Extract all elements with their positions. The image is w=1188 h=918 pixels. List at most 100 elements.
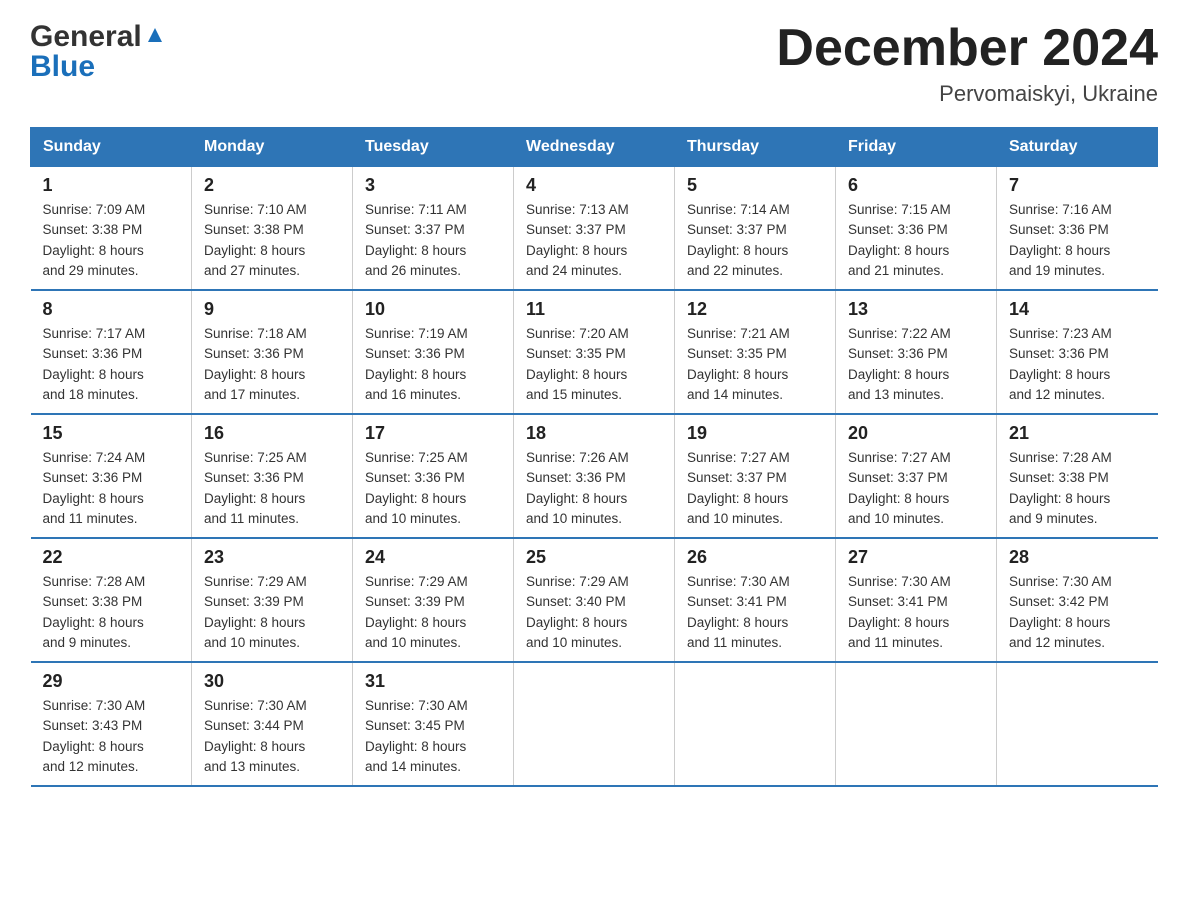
day-info: Sunrise: 7:29 AMSunset: 3:39 PMDaylight:…: [365, 572, 501, 653]
day-info: Sunrise: 7:30 AMSunset: 3:43 PMDaylight:…: [43, 696, 180, 777]
calendar-week-1: 1 Sunrise: 7:09 AMSunset: 3:38 PMDaylight…: [31, 167, 1158, 291]
calendar-cell: [514, 662, 675, 786]
calendar-cell: 31 Sunrise: 7:30 AMSunset: 3:45 PMDayligh…: [353, 662, 514, 786]
day-info: Sunrise: 7:24 AMSunset: 3:36 PMDaylight:…: [43, 448, 180, 529]
day-number: 31: [365, 671, 501, 692]
day-number: 17: [365, 423, 501, 444]
day-number: 16: [204, 423, 340, 444]
calendar-table: Sunday Monday Tuesday Wednesday Thursday…: [30, 127, 1158, 787]
calendar-cell: 2Sunrise: 7:10 AMSunset: 3:38 PMDaylight…: [192, 167, 353, 291]
day-number: 18: [526, 423, 662, 444]
calendar-cell: [675, 662, 836, 786]
calendar-cell: 10Sunrise: 7:19 AMSunset: 3:36 PMDayligh…: [353, 290, 514, 414]
day-info: Sunrise: 7:25 AMSunset: 3:36 PMDaylight:…: [204, 448, 340, 529]
calendar-cell: 14 Sunrise: 7:23 AMSunset: 3:36 PMDayligh…: [997, 290, 1158, 414]
day-info: Sunrise: 7:28 AMSunset: 3:38 PMDaylight:…: [1009, 448, 1146, 529]
day-number: 5: [687, 175, 823, 196]
day-info: Sunrise: 7:30 AMSunset: 3:45 PMDaylight:…: [365, 696, 501, 777]
header-row: Sunday Monday Tuesday Wednesday Thursday…: [31, 128, 1158, 167]
calendar-week-3: 15 Sunrise: 7:24 AMSunset: 3:36 PMDayligh…: [31, 414, 1158, 538]
day-info: Sunrise: 7:25 AMSunset: 3:36 PMDaylight:…: [365, 448, 501, 529]
calendar-cell: 15 Sunrise: 7:24 AMSunset: 3:36 PMDayligh…: [31, 414, 192, 538]
day-number: 24: [365, 547, 501, 568]
calendar-cell: 1 Sunrise: 7:09 AMSunset: 3:38 PMDaylight…: [31, 167, 192, 291]
day-info: Sunrise: 7:16 AMSunset: 3:36 PMDaylight:…: [1009, 200, 1146, 281]
col-tuesday: Tuesday: [353, 128, 514, 167]
calendar-cell: 12 Sunrise: 7:21 AMSunset: 3:35 PMDayligh…: [675, 290, 836, 414]
page-header: General Blue December 2024 Pervomaiskyi,…: [30, 20, 1158, 107]
day-info: Sunrise: 7:22 AMSunset: 3:36 PMDaylight:…: [848, 324, 984, 405]
day-number: 12: [687, 299, 823, 320]
day-info: Sunrise: 7:30 AMSunset: 3:42 PMDaylight:…: [1009, 572, 1146, 653]
day-number: 11: [526, 299, 662, 320]
logo: General Blue: [30, 20, 166, 84]
day-info: Sunrise: 7:30 AMSunset: 3:41 PMDaylight:…: [687, 572, 823, 653]
logo-triangle-icon: [144, 24, 166, 46]
calendar-cell: 7 Sunrise: 7:16 AMSunset: 3:36 PMDaylight…: [997, 167, 1158, 291]
calendar-cell: 27 Sunrise: 7:30 AMSunset: 3:41 PMDayligh…: [836, 538, 997, 662]
calendar-header: Sunday Monday Tuesday Wednesday Thursday…: [31, 128, 1158, 167]
col-thursday: Thursday: [675, 128, 836, 167]
day-number: 21: [1009, 423, 1146, 444]
day-number: 27: [848, 547, 984, 568]
day-info: Sunrise: 7:30 AMSunset: 3:44 PMDaylight:…: [204, 696, 340, 777]
col-wednesday: Wednesday: [514, 128, 675, 167]
logo-blue-text: Blue: [30, 50, 95, 84]
day-number: 19: [687, 423, 823, 444]
calendar-cell: [997, 662, 1158, 786]
day-number: 26: [687, 547, 823, 568]
day-info: Sunrise: 7:15 AMSunset: 3:36 PMDaylight:…: [848, 200, 984, 281]
day-number: 29: [43, 671, 180, 692]
calendar-cell: 29 Sunrise: 7:30 AMSunset: 3:43 PMDayligh…: [31, 662, 192, 786]
day-number: 13: [848, 299, 984, 320]
page-subtitle: Pervomaiskyi, Ukraine: [776, 81, 1158, 107]
calendar-cell: 17 Sunrise: 7:25 AMSunset: 3:36 PMDayligh…: [353, 414, 514, 538]
day-number: 30: [204, 671, 340, 692]
calendar-cell: 24 Sunrise: 7:29 AMSunset: 3:39 PMDayligh…: [353, 538, 514, 662]
calendar-cell: 18 Sunrise: 7:26 AMSunset: 3:36 PMDayligh…: [514, 414, 675, 538]
calendar-cell: 20 Sunrise: 7:27 AMSunset: 3:37 PMDayligh…: [836, 414, 997, 538]
calendar-week-4: 22Sunrise: 7:28 AMSunset: 3:38 PMDayligh…: [31, 538, 1158, 662]
calendar-cell: 16 Sunrise: 7:25 AMSunset: 3:36 PMDayligh…: [192, 414, 353, 538]
day-info: Sunrise: 7:21 AMSunset: 3:35 PMDaylight:…: [687, 324, 823, 405]
day-info: Sunrise: 7:09 AMSunset: 3:38 PMDaylight:…: [43, 200, 180, 281]
col-sunday: Sunday: [31, 128, 192, 167]
calendar-week-5: 29 Sunrise: 7:30 AMSunset: 3:43 PMDayligh…: [31, 662, 1158, 786]
col-friday: Friday: [836, 128, 997, 167]
calendar-body: 1 Sunrise: 7:09 AMSunset: 3:38 PMDaylight…: [31, 167, 1158, 787]
day-number: 28: [1009, 547, 1146, 568]
calendar-cell: [836, 662, 997, 786]
day-number: 15: [43, 423, 180, 444]
day-number: 3: [365, 175, 501, 196]
day-info: Sunrise: 7:13 AMSunset: 3:37 PMDaylight:…: [526, 200, 662, 281]
day-number: 10: [365, 299, 501, 320]
day-info: Sunrise: 7:27 AMSunset: 3:37 PMDaylight:…: [848, 448, 984, 529]
day-number: 8: [43, 299, 180, 320]
calendar-cell: 11Sunrise: 7:20 AMSunset: 3:35 PMDayligh…: [514, 290, 675, 414]
day-info: Sunrise: 7:14 AMSunset: 3:37 PMDaylight:…: [687, 200, 823, 281]
day-info: Sunrise: 7:23 AMSunset: 3:36 PMDaylight:…: [1009, 324, 1146, 405]
day-number: 7: [1009, 175, 1146, 196]
day-number: 23: [204, 547, 340, 568]
calendar-cell: 5 Sunrise: 7:14 AMSunset: 3:37 PMDaylight…: [675, 167, 836, 291]
calendar-cell: 8 Sunrise: 7:17 AMSunset: 3:36 PMDaylight…: [31, 290, 192, 414]
day-info: Sunrise: 7:26 AMSunset: 3:36 PMDaylight:…: [526, 448, 662, 529]
day-number: 6: [848, 175, 984, 196]
day-number: 25: [526, 547, 662, 568]
calendar-cell: 13 Sunrise: 7:22 AMSunset: 3:36 PMDayligh…: [836, 290, 997, 414]
day-info: Sunrise: 7:18 AMSunset: 3:36 PMDaylight:…: [204, 324, 340, 405]
calendar-cell: 19Sunrise: 7:27 AMSunset: 3:37 PMDayligh…: [675, 414, 836, 538]
calendar-cell: 9 Sunrise: 7:18 AMSunset: 3:36 PMDaylight…: [192, 290, 353, 414]
calendar-cell: 28 Sunrise: 7:30 AMSunset: 3:42 PMDayligh…: [997, 538, 1158, 662]
day-number: 20: [848, 423, 984, 444]
col-saturday: Saturday: [997, 128, 1158, 167]
day-info: Sunrise: 7:29 AMSunset: 3:40 PMDaylight:…: [526, 572, 662, 653]
day-info: Sunrise: 7:10 AMSunset: 3:38 PMDaylight:…: [204, 200, 340, 281]
day-info: Sunrise: 7:17 AMSunset: 3:36 PMDaylight:…: [43, 324, 180, 405]
day-info: Sunrise: 7:29 AMSunset: 3:39 PMDaylight:…: [204, 572, 340, 653]
calendar-cell: 25 Sunrise: 7:29 AMSunset: 3:40 PMDayligh…: [514, 538, 675, 662]
day-number: 14: [1009, 299, 1146, 320]
day-number: 9: [204, 299, 340, 320]
day-number: 1: [43, 175, 180, 196]
day-info: Sunrise: 7:30 AMSunset: 3:41 PMDaylight:…: [848, 572, 984, 653]
